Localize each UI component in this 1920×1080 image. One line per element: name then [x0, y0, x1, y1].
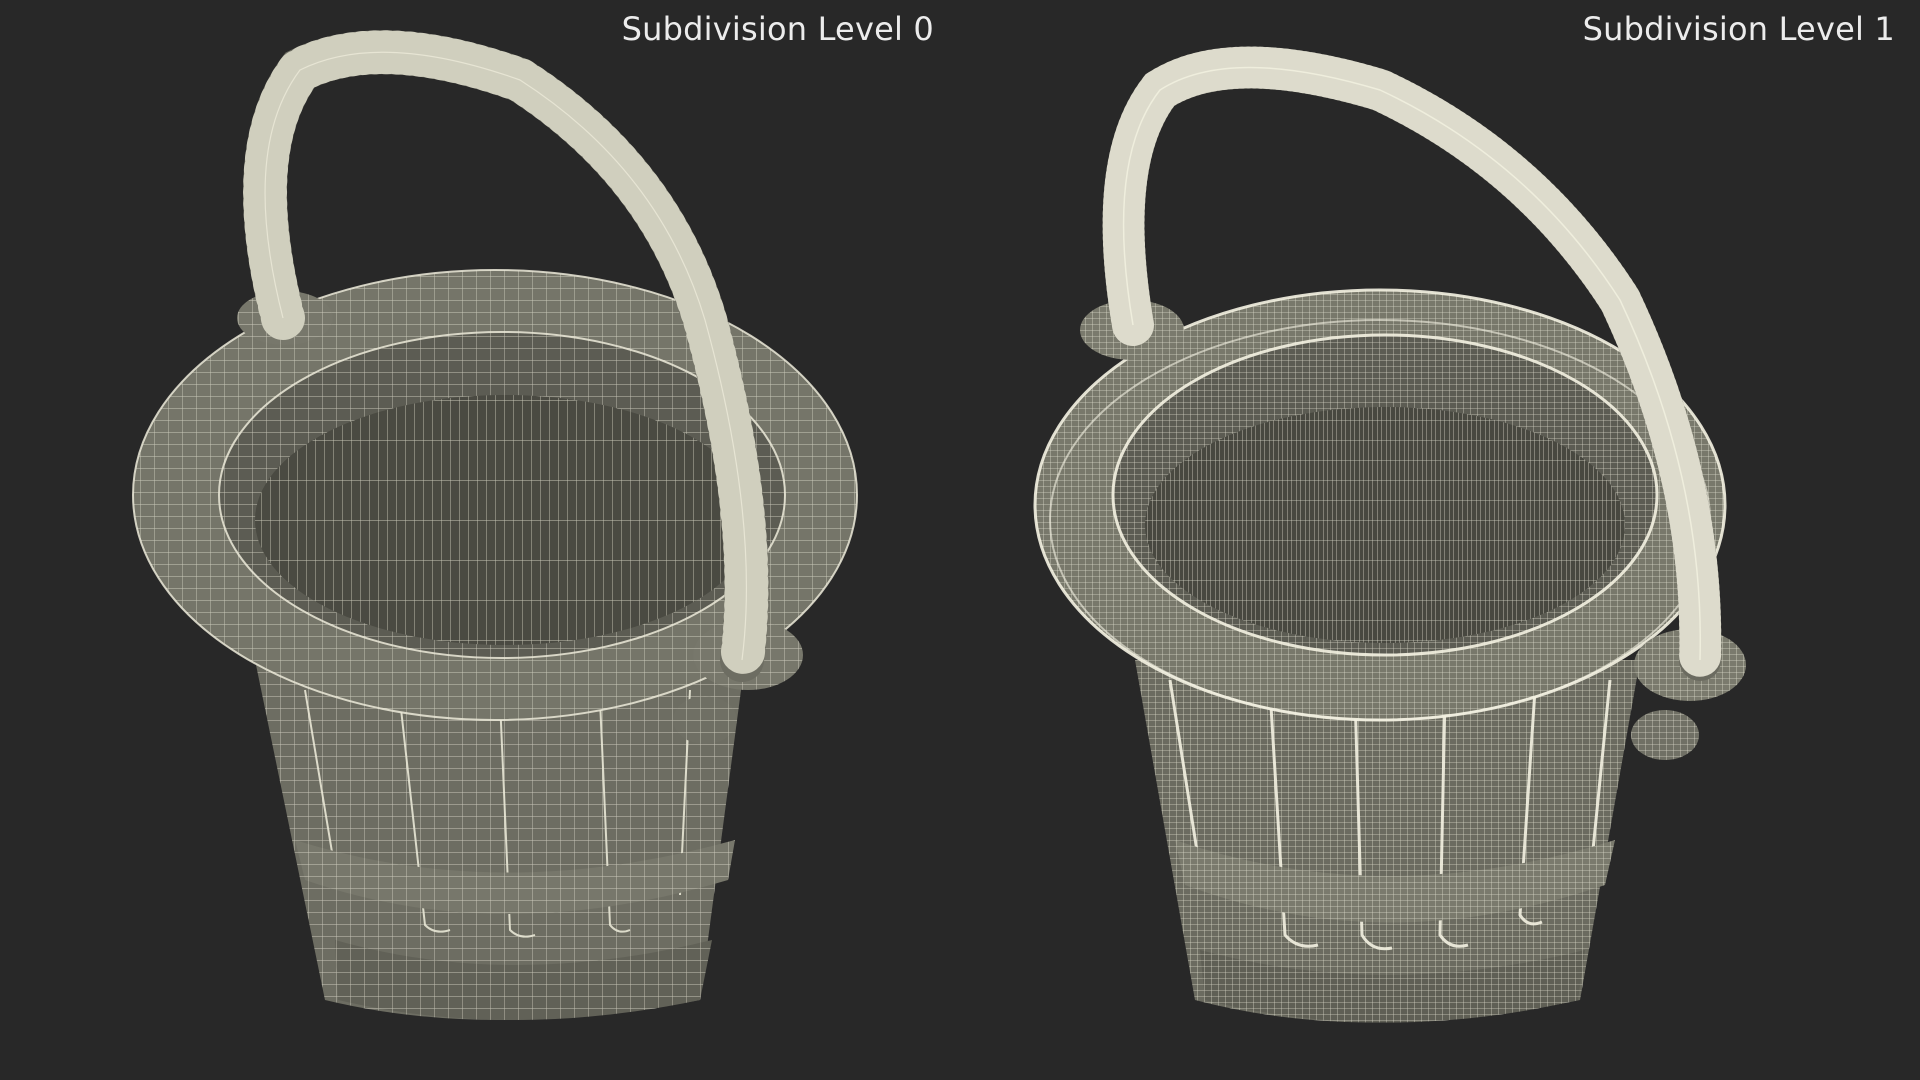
viewport-label-level-1: Subdivision Level 1 — [1582, 10, 1895, 48]
viewport-label-level-0: Subdivision Level 0 — [621, 10, 934, 48]
render-canvas: Subdivision Level 0 Subdivision Level 1 — [0, 0, 1920, 1080]
bucket-model-level-1 — [1033, 46, 1746, 1023]
wireframe-renders — [132, 30, 1746, 1023]
bucket-model-level-0 — [132, 30, 858, 1020]
